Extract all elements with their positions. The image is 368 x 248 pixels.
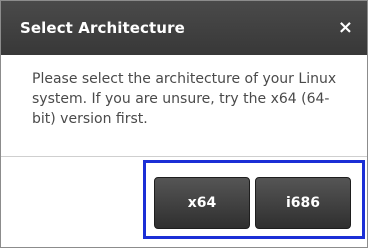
dialog-titlebar: Select Architecture × <box>1 1 367 55</box>
select-architecture-dialog: Select Architecture × Please select the … <box>0 0 368 248</box>
i686-button[interactable]: i686 <box>255 177 351 229</box>
dialog-title: Select Architecture <box>20 19 185 37</box>
dialog-divider <box>1 156 367 157</box>
dialog-message: Please select the architecture of your L… <box>32 71 337 127</box>
close-icon[interactable]: × <box>338 1 353 55</box>
x64-button[interactable]: x64 <box>154 177 250 229</box>
